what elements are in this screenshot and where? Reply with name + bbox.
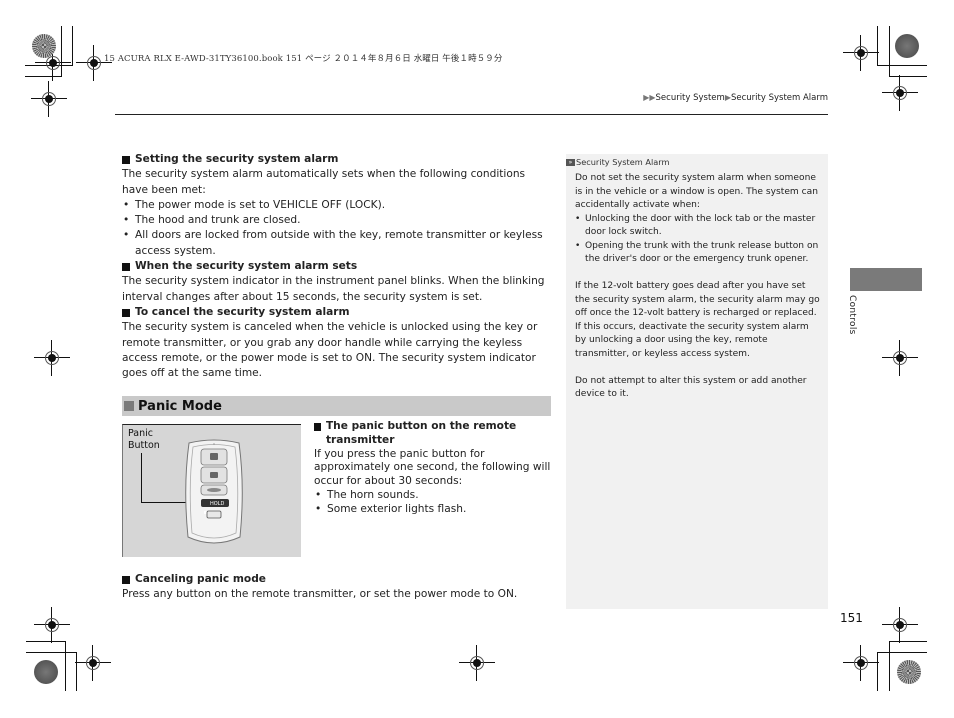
chapter-tab[interactable] <box>850 268 922 291</box>
reference-icon: » <box>566 158 575 166</box>
list-item: Some exterior lights flash. <box>314 503 554 517</box>
section-body: The security system indicator in the ins… <box>122 275 545 303</box>
registration-mark-icon <box>843 35 879 71</box>
breadcrumb-item[interactable]: Security System Alarm <box>731 93 828 103</box>
breadcrumb: ▶▶Security System▶Security System Alarm <box>643 93 828 103</box>
panic-effects-list: The horn sounds. Some exterior lights fl… <box>314 489 554 517</box>
crop-line <box>889 641 927 642</box>
list-item: The power mode is set to VEHICLE OFF (LO… <box>122 198 552 214</box>
crop-line <box>72 26 73 65</box>
square-bullet-icon <box>122 262 130 271</box>
list-item: Unlocking the door with the lock tab or … <box>575 213 821 240</box>
panic-mode-heading: Panic Mode <box>122 396 551 416</box>
conditions-list: The power mode is set to VEHICLE OFF (LO… <box>122 198 552 259</box>
print-target-icon <box>895 34 919 58</box>
registration-mark-icon <box>843 645 879 681</box>
print-target-icon <box>897 660 921 684</box>
crop-line <box>889 76 927 77</box>
page-number: 151 <box>840 611 863 625</box>
registration-mark-icon <box>34 340 70 376</box>
main-content: Setting the security system alarm The se… <box>122 152 552 381</box>
chapter-label: Controls <box>847 295 857 335</box>
section-heading: To cancel the security system alarm <box>122 305 552 320</box>
print-target-icon <box>32 34 56 58</box>
crop-line <box>61 26 62 76</box>
print-target-icon <box>34 660 58 684</box>
crop-line <box>877 652 927 653</box>
list-item: The hood and trunk are closed. <box>122 213 552 229</box>
section-body: The security system is canceled when the… <box>122 321 538 380</box>
panic-button-label: Panic Button <box>128 428 160 451</box>
crop-line <box>25 76 62 77</box>
print-header: 15 ACURA RLX E-AWD-31TY36100.book 151 ペー… <box>104 54 503 64</box>
note-list: Unlocking the door with the lock tab or … <box>575 213 821 267</box>
registration-mark-icon <box>75 645 111 681</box>
crop-line <box>877 65 927 66</box>
note-title: » Security System Alarm <box>566 157 669 167</box>
registration-mark-icon <box>882 75 918 111</box>
crop-line <box>889 26 890 77</box>
list-item: The horn sounds. <box>314 489 554 503</box>
breadcrumb-item[interactable]: Security System <box>656 93 725 103</box>
crop-line <box>65 641 66 691</box>
section-body: If you press the panic button for approx… <box>314 447 551 488</box>
key-fob-icon: HOLD <box>185 439 243 544</box>
crop-line <box>877 652 878 691</box>
square-bullet-icon <box>124 401 134 411</box>
list-item: All doors are locked from outside with t… <box>122 228 552 259</box>
panic-button-section: The panic button on the remote transmitt… <box>314 420 554 517</box>
callout-line <box>141 453 142 503</box>
section-heading: The panic button on the remote transmitt… <box>314 420 554 448</box>
section-body: Press any button on the remote transmitt… <box>122 588 518 601</box>
registration-mark-icon <box>76 45 112 81</box>
crop-line <box>26 652 77 653</box>
registration-mark-icon <box>459 645 495 681</box>
crop-line <box>76 652 77 691</box>
square-bullet-icon <box>122 308 130 317</box>
double-arrow-icon: ▶▶ <box>643 93 656 102</box>
side-note: » Security System Alarm Do not set the s… <box>566 154 828 609</box>
section-body: The security system alarm automatically … <box>122 168 526 196</box>
section-heading: Canceling panic mode <box>122 572 552 587</box>
header-rule <box>115 114 828 115</box>
section-heading: Setting the security system alarm <box>122 152 552 167</box>
square-bullet-icon <box>314 423 321 431</box>
square-bullet-icon <box>122 155 130 164</box>
registration-mark-icon <box>882 340 918 376</box>
square-bullet-icon <box>122 575 130 584</box>
list-item: Opening the trunk with the trunk release… <box>575 240 821 267</box>
canceling-section: Canceling panic mode Press any button on… <box>122 572 552 603</box>
note-body: Do not set the security system alarm whe… <box>575 172 821 402</box>
crop-line <box>889 641 890 691</box>
registration-mark-icon <box>31 81 67 117</box>
crop-line <box>877 26 878 66</box>
registration-mark-icon <box>34 607 70 643</box>
crop-line <box>26 641 66 642</box>
hold-label: HOLD <box>210 501 224 507</box>
registration-mark-icon <box>882 607 918 643</box>
remote-transmitter-figure: Panic Button HOLD <box>122 424 301 557</box>
remote-start-button <box>206 510 222 519</box>
section-heading: When the security system alarm sets <box>122 259 552 274</box>
